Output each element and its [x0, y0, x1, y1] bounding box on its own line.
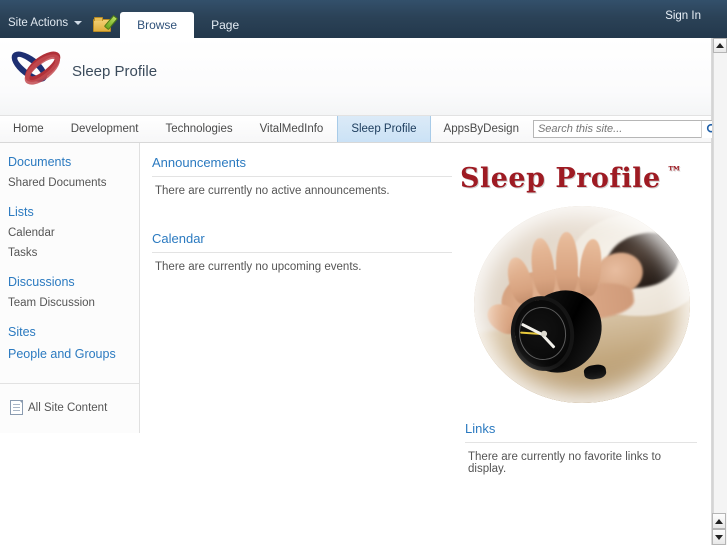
- ribbon-tabs: Browse Page: [120, 0, 256, 38]
- page-scrollbar-track[interactable]: [713, 53, 727, 545]
- pencil-shape: [103, 14, 119, 31]
- main-content: Announcements There are currently no act…: [140, 143, 711, 545]
- nav-item-sleep-profile-label: Sleep Profile: [351, 123, 417, 135]
- nav-item-home[interactable]: Home: [0, 116, 58, 142]
- webpart-links: Links There are currently no favorite li…: [465, 421, 697, 475]
- all-site-content-label: All Site Content: [28, 401, 108, 414]
- search-input[interactable]: [533, 121, 701, 137]
- webpart-calendar: Calendar There are currently no upcoming…: [152, 231, 452, 273]
- tab-page-label: Page: [211, 18, 240, 32]
- nav-item-development[interactable]: Development: [58, 116, 153, 142]
- ribbon-left-group: Site Actions Browse Page: [0, 0, 256, 38]
- webpart-links-empty: There are currently no favorite links to…: [468, 451, 662, 475]
- quick-launch-sidebar: Documents Shared Documents Lists Calenda…: [0, 143, 140, 433]
- document-icon: [10, 400, 23, 415]
- site-title: Sleep Profile: [72, 63, 158, 80]
- sidebar-item-tasks[interactable]: Tasks: [0, 243, 139, 263]
- inner-scrollbar[interactable]: [712, 513, 726, 545]
- webpart-calendar-rule: [152, 252, 452, 253]
- site-actions-menu[interactable]: Site Actions: [0, 9, 90, 37]
- webpart-links-rule: [465, 442, 697, 443]
- ql-group-lists: Lists Calendar Tasks: [0, 193, 139, 263]
- navigate-up-icon[interactable]: [92, 14, 119, 34]
- sidebar-item-team-discussion[interactable]: Team Discussion: [0, 293, 139, 313]
- top-navigation-bar: Home Development Technologies VitalMedIn…: [0, 116, 725, 143]
- sidebar-header-discussions[interactable]: Discussions: [0, 263, 139, 293]
- inner-scroll-up-button[interactable]: [712, 513, 726, 529]
- search-area: ?: [532, 116, 727, 142]
- scroll-down-arrow-icon: [715, 534, 723, 540]
- scroll-up-arrow-icon: [715, 518, 723, 524]
- webpart-announcements-rule: [152, 176, 452, 177]
- inner-scroll-down-button[interactable]: [712, 529, 726, 545]
- trademark-symbol: ™: [666, 163, 683, 181]
- sidebar-item-all-site-content[interactable]: All Site Content: [0, 384, 139, 433]
- photo-alarm-clock: [505, 284, 611, 381]
- sidebar-header-documents[interactable]: Documents: [0, 143, 139, 173]
- site-header: Sleep Profile: [0, 38, 711, 116]
- webpart-links-title[interactable]: Links: [465, 421, 697, 442]
- sleep-profile-brand-title: Sleep Profile ™: [460, 147, 710, 202]
- search-box[interactable]: [532, 120, 725, 138]
- chevron-down-icon: [74, 21, 83, 25]
- webpart-announcements-title[interactable]: Announcements: [152, 155, 452, 176]
- page-body: Documents Shared Documents Lists Calenda…: [0, 143, 711, 545]
- sign-in-link[interactable]: Sign In: [665, 10, 701, 22]
- nav-item-vitalmedinfo[interactable]: VitalMedInfo: [247, 116, 338, 142]
- nav-item-home-label: Home: [13, 123, 44, 135]
- ribbon-bar: Site Actions Browse Page Sign In: [0, 0, 727, 38]
- webpart-calendar-title[interactable]: Calendar: [152, 231, 452, 252]
- nav-item-vitalmedinfo-label: VitalMedInfo: [259, 123, 324, 135]
- webpart-calendar-empty: There are currently no upcoming events.: [155, 261, 362, 273]
- nav-item-technologies[interactable]: Technologies: [152, 116, 246, 142]
- tab-browse-label: Browse: [137, 18, 178, 32]
- nav-item-sleep-profile[interactable]: Sleep Profile: [337, 116, 431, 142]
- webpart-announcements: Announcements There are currently no act…: [152, 155, 452, 197]
- tab-browse[interactable]: Browse: [120, 12, 195, 38]
- page-scroll-up-button[interactable]: [713, 38, 727, 53]
- sidebar-header-sites[interactable]: Sites: [0, 313, 139, 343]
- sidebar-item-calendar[interactable]: Calendar: [0, 223, 139, 243]
- nav-item-development-label: Development: [70, 123, 139, 135]
- sidebar-item-shared-documents[interactable]: Shared Documents: [0, 173, 139, 193]
- main-left-column: Announcements There are currently no act…: [152, 155, 452, 299]
- site-logo-icon[interactable]: [6, 45, 66, 104]
- nav-item-technologies-label: Technologies: [165, 123, 233, 135]
- browser-page: Site Actions Browse Page Sign In Sleep P…: [0, 0, 727, 545]
- tab-page[interactable]: Page: [194, 13, 256, 38]
- site-actions-label: Site Actions: [8, 17, 69, 29]
- scroll-up-arrow-icon: [716, 43, 724, 48]
- page-shell: Sleep Profile Home Development Technolog…: [0, 38, 725, 545]
- sleep-photo: [474, 206, 690, 403]
- nav-item-appsbydesign[interactable]: AppsByDesign: [431, 116, 533, 142]
- ql-group-documents: Documents Shared Documents: [0, 143, 139, 193]
- ql-group-sites: Sites People and Groups: [0, 313, 139, 365]
- page-scrollbar[interactable]: [712, 38, 727, 545]
- brand-title-text: Sleep Profile: [460, 163, 661, 194]
- nav-item-appsbydesign-label: AppsByDesign: [443, 123, 519, 135]
- main-right-column: Sleep Profile ™ Links There are currentl…: [460, 147, 710, 475]
- sidebar-header-lists[interactable]: Lists: [0, 193, 139, 223]
- ql-group-discussions: Discussions Team Discussion: [0, 263, 139, 313]
- sidebar-item-people-and-groups[interactable]: People and Groups: [0, 343, 139, 365]
- webpart-announcements-empty: There are currently no active announceme…: [155, 185, 390, 197]
- sign-in-label: Sign In: [665, 10, 701, 22]
